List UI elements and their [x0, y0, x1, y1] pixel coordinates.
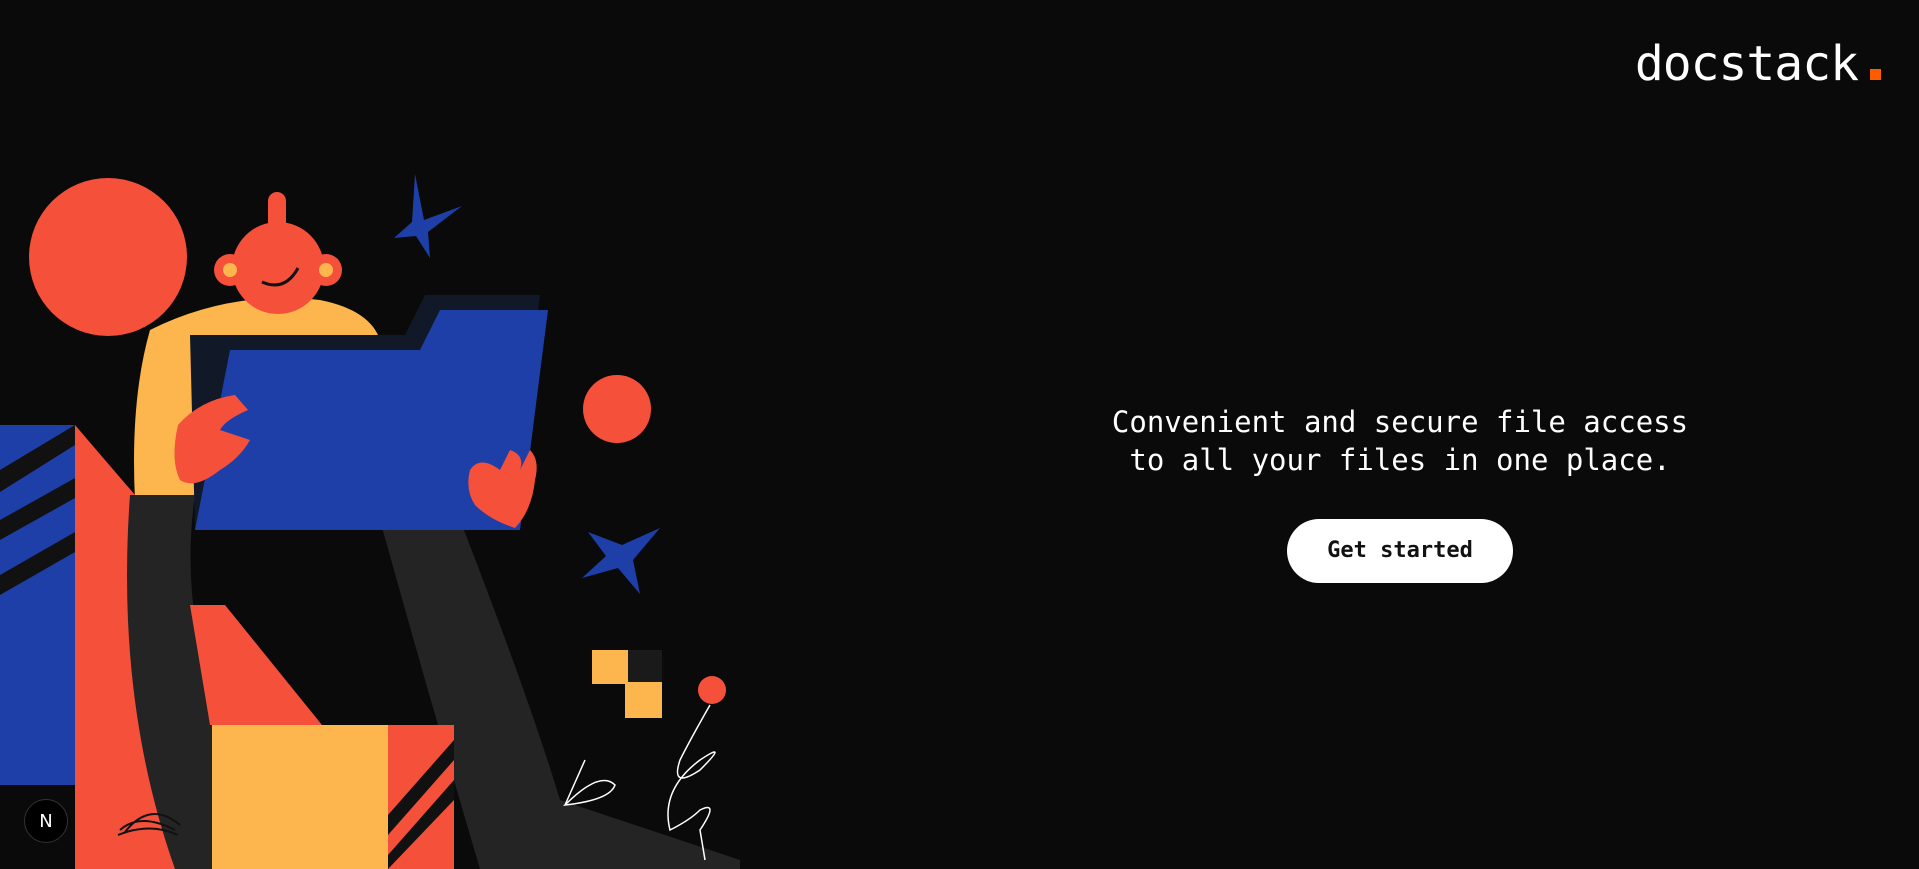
nextjs-icon[interactable]: N [24, 799, 68, 843]
decor-leaf-bottom [562, 759, 616, 806]
hero-section: Convenient and secure file access to all… [1070, 403, 1730, 583]
decor-circle-large [29, 178, 187, 336]
decor-circle-small [583, 375, 651, 443]
decor-square-1 [592, 650, 628, 684]
decor-star-top [394, 174, 462, 258]
brand-logo[interactable]: docstack [1635, 36, 1881, 92]
decor-square-2 [625, 682, 662, 718]
landing-page: docstack Convenient and secure file acce… [0, 0, 1919, 869]
bottom-red-triangle [190, 605, 322, 725]
hero-tagline: Convenient and secure file access to all… [1070, 403, 1730, 479]
bottom-yellow-box [212, 725, 390, 869]
tagline-line-2: to all your files in one place. [1129, 443, 1671, 477]
person-holding-folder-illustration [0, 174, 740, 869]
decor-string [667, 704, 716, 861]
decor-star-lower [582, 528, 660, 594]
badge-label: N [39, 810, 53, 832]
decor-balloon [698, 676, 726, 704]
brand-dot-icon [1870, 69, 1881, 80]
brand-name: docstack [1634, 36, 1859, 92]
tagline-line-1: Convenient and secure file access [1111, 405, 1689, 439]
get-started-button[interactable]: Get started [1287, 519, 1513, 583]
